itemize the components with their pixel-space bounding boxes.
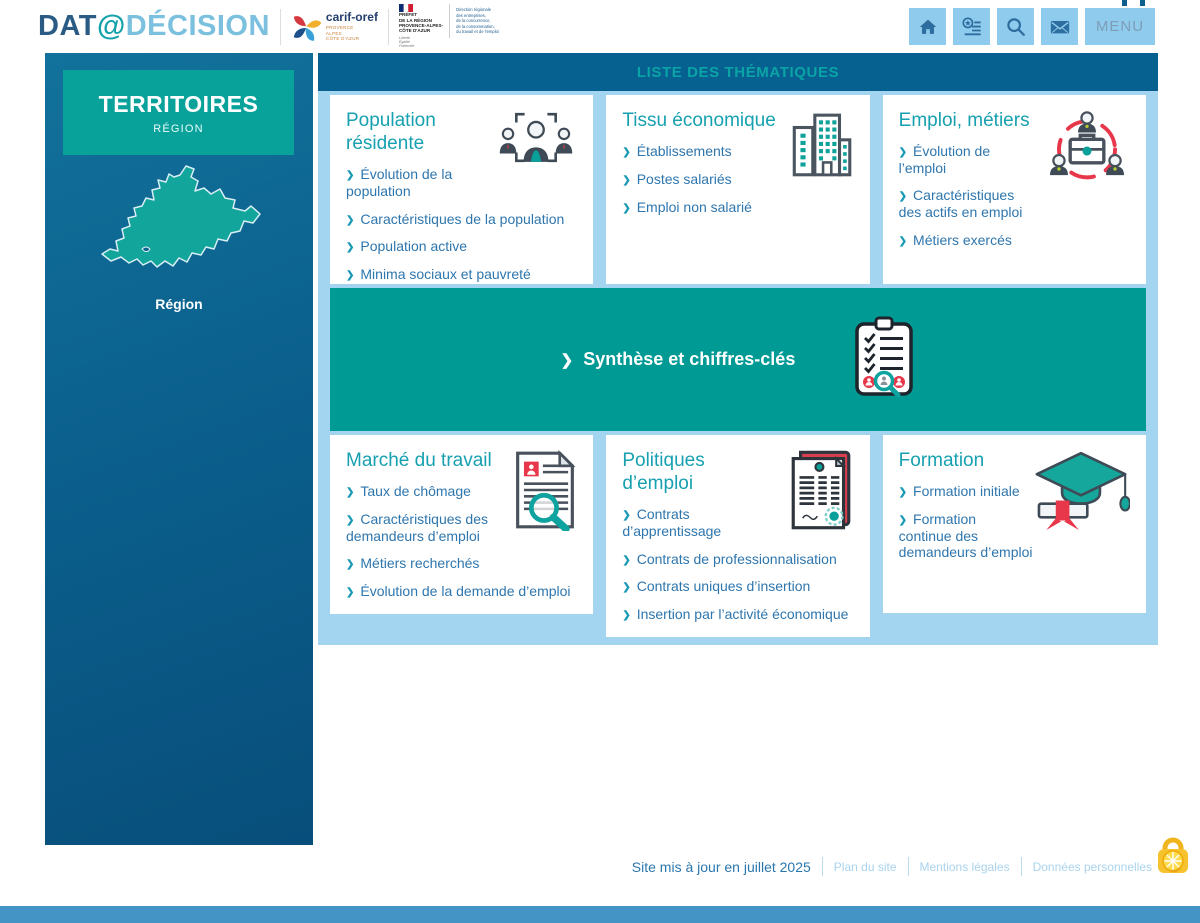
chevron-right-icon: ❯ [899,147,907,158]
clipboard-search-icon [853,316,915,403]
chevron-right-icon: ❯ [622,610,630,621]
bottom-band [0,906,1200,923]
card-link[interactable]: ❯Insertion par l’activité économique [622,606,853,623]
card-politiques-emploi: Politiques d’emploi ❯Contrats d’apprenti… [606,435,869,637]
chevron-right-icon: ❯ [346,559,354,570]
card-link[interactable]: ❯Emploi non salarié [622,199,853,216]
carif-region-line: PROVENCE [326,25,354,30]
banner-label: Synthèse et chiffres-clés [583,349,795,369]
thematiques-titlebar: LISTE DES THÉMATIQUES [318,53,1158,91]
prefet-divider [449,4,450,38]
card-link[interactable]: ❯Minima sociaux et pauvreté [346,266,577,283]
prefet-direction-text: Direction régionale des entreprises, de … [456,4,499,34]
chevron-right-icon: ❯ [346,270,354,281]
chevron-right-icon: ❯ [622,510,630,521]
graduation-cap-icon [1032,449,1130,536]
mail-icon [1049,16,1071,38]
card-formation: Formation ❯Formation initiale ❯Formation… [883,435,1146,613]
chevron-right-icon: ❯ [561,352,574,369]
footer: Site mis à jour en juillet 2025 Plan du … [632,857,1152,876]
prefet-line: CÔTE D'AZUR [399,28,443,33]
lemon-padlock-icon [1156,837,1190,874]
people-focus-icon [495,109,577,172]
contract-seal-icon [788,449,854,536]
card-links: ❯Évolution de la population ❯Caractérist… [346,166,577,283]
home-button[interactable] [909,8,946,45]
footer-link-donnees-personnelles[interactable]: Données personnelles [1033,860,1152,874]
cv-magnifier-icon [513,449,577,536]
logo-part-at: @ [97,10,126,42]
region-map-label: Région [45,296,313,312]
hidden-panel-tab [1122,0,1127,6]
card-link[interactable]: ❯Métiers recherchés [346,555,577,572]
carif-region-line: CÔTE D'AZUR [326,36,359,41]
footer-divider [822,857,823,876]
chevron-right-icon: ❯ [899,487,907,498]
thematiques-panel: Population résidente ❯Évolution de la po… [318,91,1158,645]
chevron-right-icon: ❯ [346,515,354,526]
site-update-text: Site mis à jour en juillet 2025 [632,859,811,875]
home-icon [917,16,939,38]
territories-subtitle: RÉGION [153,123,204,135]
card-link[interactable]: ❯Contrats de professionnalisation [622,551,853,568]
territory-selector[interactable]: TERRITOIRES RÉGION [63,70,294,155]
favorites-list-button[interactable] [953,8,990,45]
card-link[interactable]: ❯Population active [346,238,577,255]
carif-oref-logo[interactable]: carif-oref PROVENCE ALPES CÔTE D'AZUR [291,11,378,42]
card-link[interactable]: ❯Métiers exercés [899,232,1130,249]
logo-part-dat: DAT [38,10,97,42]
chevron-right-icon: ❯ [346,487,354,498]
search-icon [1005,16,1027,38]
territories-sidebar: TERRITOIRES RÉGION Région [45,53,313,845]
chevron-right-icon: ❯ [346,242,354,253]
footer-link-plan-du-site[interactable]: Plan du site [834,860,897,874]
logo-part-decision: DÉCISION [126,10,270,42]
header-buttons: MENU [909,8,1155,45]
buildings-icon [788,109,854,188]
page-title: LISTE DES THÉMATIQUES [637,64,839,81]
card-tissu-economique: Tissu économique ❯Établissements ❯Postes… [606,95,869,284]
card-population-residente: Population résidente ❯Évolution de la po… [330,95,593,284]
territories-title: TERRITOIRES [99,91,259,118]
menu-button[interactable]: MENU [1085,8,1155,45]
chevron-right-icon: ❯ [622,147,630,158]
prefet-motto-line: Fraternité [399,44,414,48]
favorites-list-icon [961,16,983,38]
card-marche-du-travail: Marché du travail ❯Taux de chômage ❯Cara… [330,435,593,614]
carif-pinwheel-icon [291,12,321,42]
search-button[interactable] [997,8,1034,45]
card-link[interactable]: ❯Caractéristiques des actifs en emploi [899,187,1130,220]
header-divider [388,9,389,45]
footer-divider [1021,857,1022,876]
carif-name: carif-oref [326,11,378,23]
cookie-manager-button[interactable] [1156,837,1190,874]
header-divider [280,9,281,45]
chevron-right-icon: ❯ [346,170,354,181]
card-link[interactable]: ❯Contrats uniques d’insertion [622,578,853,595]
chevron-right-icon: ❯ [622,175,630,186]
region-map[interactable] [94,161,274,301]
site-logo[interactable]: DAT@DÉCISION [38,10,270,43]
briefcase-network-icon [1044,109,1130,188]
card-emploi-metiers: Emploi, métiers ❯Évolution de l’emploi ❯… [883,95,1146,284]
carif-region-line: ALPES [326,31,342,36]
paca-region-map-icon [94,161,274,301]
prefet-logo: PRÉFET DE LA RÉGION PROVENCE-ALPES- CÔTE… [399,4,499,49]
main-content: LISTE DES THÉMATIQUES [318,53,1158,645]
chevron-right-icon: ❯ [622,203,630,214]
synthese-banner[interactable]: ❯ Synthèse et chiffres-clés [330,288,1146,431]
chevron-right-icon: ❯ [622,555,630,566]
header: DAT@DÉCISION carif-oref PROVENCE ALPES C… [0,0,1200,53]
footer-divider [908,857,909,876]
chevron-right-icon: ❯ [346,215,354,226]
card-link[interactable]: ❯Caractéristiques de la population [346,211,577,228]
footer-link-mentions-legales[interactable]: Mentions légales [920,860,1010,874]
mail-button[interactable] [1041,8,1078,45]
chevron-right-icon: ❯ [622,582,630,593]
chevron-right-icon: ❯ [899,191,907,202]
card-link[interactable]: ❯Évolution de la demande d’emploi [346,583,577,600]
chevron-right-icon: ❯ [346,587,354,598]
chevron-right-icon: ❯ [899,236,907,247]
chevron-right-icon: ❯ [899,515,907,526]
